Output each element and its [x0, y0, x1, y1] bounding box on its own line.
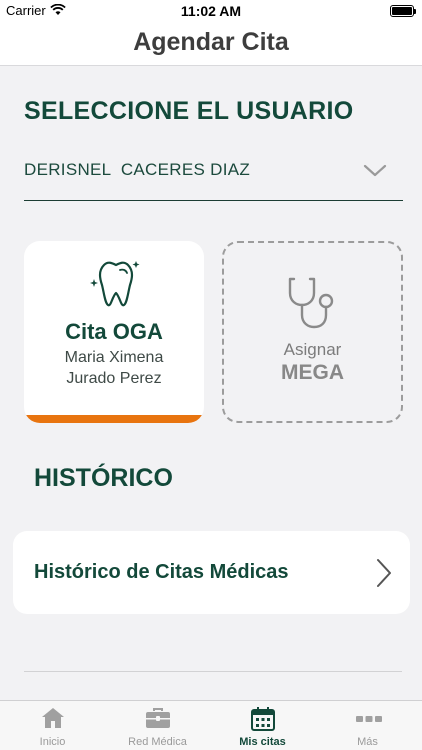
home-icon: [42, 708, 64, 728]
doctor-name-line2: Jurado Perez: [66, 370, 162, 387]
tab-label-inicio: Inicio: [39, 736, 66, 748]
chevron-down-icon: [363, 164, 387, 177]
more-icon: [356, 716, 382, 722]
calendar-icon: [251, 707, 275, 731]
page-title: Agendar Cita: [133, 28, 289, 56]
asignar-label: Asignar: [283, 340, 342, 359]
tab-mas[interactable]: Más: [315, 701, 420, 750]
navigation-bar: Agendar Cita: [0, 22, 422, 66]
divider: [24, 671, 402, 672]
tab-mis-citas[interactable]: Mis citas: [210, 701, 315, 750]
chevron-right-icon: [377, 559, 391, 587]
tab-label-red-medica: Red Médica: [128, 736, 187, 748]
user-dropdown[interactable]: DERISNEL CACERES DIAZ: [24, 148, 403, 201]
mega-label: MEGA: [281, 361, 344, 384]
cita-oga-card[interactable]: Cita OGA Maria Ximena Jurado Perez: [24, 241, 204, 423]
status-bar: Carrier 11:02 AM: [0, 0, 422, 22]
cita-oga-title: Cita OGA: [65, 319, 163, 344]
select-user-heading: SELECCIONE EL USUARIO: [24, 97, 354, 125]
historico-citas-row[interactable]: Histórico de Citas Médicas: [13, 531, 410, 614]
doctor-name-line1: Maria Ximena: [64, 349, 164, 366]
historico-heading: HISTÓRICO: [34, 464, 173, 492]
historico-citas-label: Histórico de Citas Médicas: [34, 561, 289, 583]
briefcase-icon: [146, 708, 170, 728]
clock: 11:02 AM: [180, 3, 242, 19]
asignar-mega-card[interactable]: Asignar MEGA: [222, 241, 403, 423]
tab-red-medica[interactable]: Red Médica: [105, 701, 210, 750]
tab-label-mis-citas: Mis citas: [239, 736, 286, 748]
card-accent-bar: [24, 415, 204, 423]
stethoscope-icon: [288, 277, 334, 329]
selected-user-value: DERISNEL CACERES DIAZ: [24, 160, 251, 179]
tooth-icon: [90, 261, 140, 307]
battery-icon: [390, 5, 416, 17]
tab-label-mas: Más: [357, 736, 378, 748]
tab-bar: Inicio Red Médica Mis citas Más: [0, 700, 422, 750]
tab-inicio[interactable]: Inicio: [0, 701, 105, 750]
